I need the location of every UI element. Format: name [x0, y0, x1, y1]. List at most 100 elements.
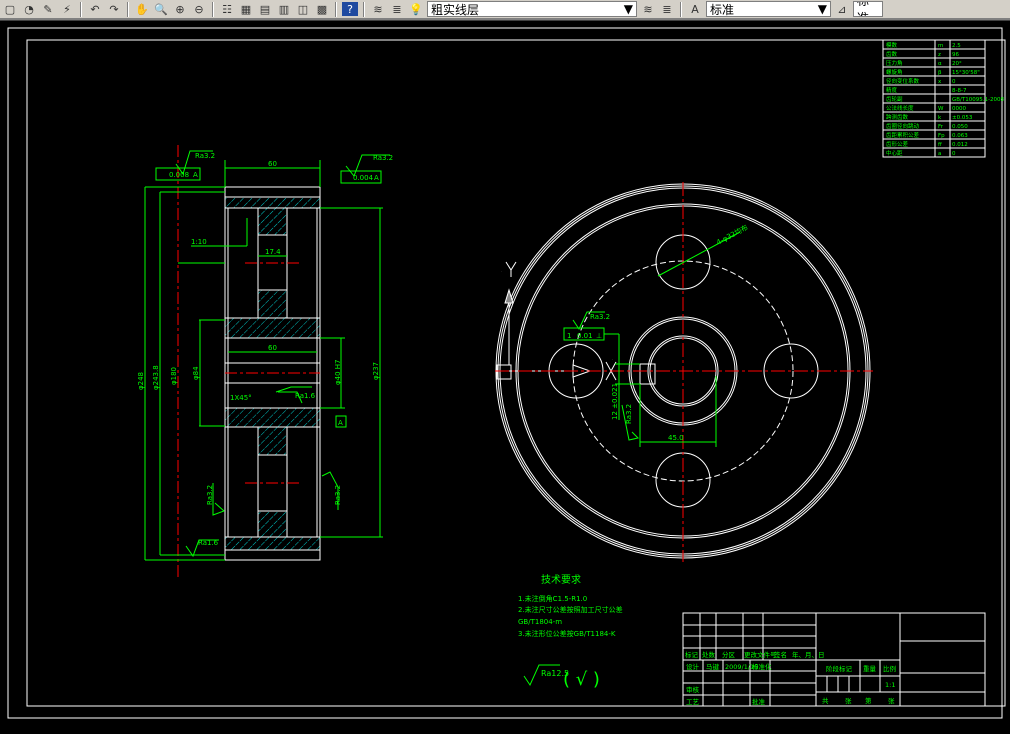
svg-text:1:10: 1:10: [191, 238, 207, 246]
technical-requirements: 技术要求 1.未注倒角C1.5-R1.0 2.未注尺寸公差按照加工尺寸公差 GB…: [518, 573, 623, 690]
drawing-svg: 60 0.008 A 0.004 A Ra3.2 Ra3.2 1:10 17.4…: [7, 27, 1006, 719]
svg-text:工艺: 工艺: [686, 698, 700, 706]
svg-text:审核: 审核: [686, 685, 700, 694]
svg-text:φ40 H7: φ40 H7: [334, 360, 342, 385]
svg-text:2.未注尺寸公差按照加工尺寸公差: 2.未注尺寸公差按照加工尺寸公差: [518, 605, 623, 614]
gear-parameter-table: 模数 m 2.5 齿数 z 96 压力角 α 20° 螺旋角 β 15°30'58" 径向变位系数 x 0 精…: [882, 39, 1004, 158]
param-cell: 径向变位系数: [886, 77, 920, 85]
width-dim: 60: [268, 160, 277, 168]
svg-text:X: X: [612, 359, 613, 361]
chevron-down-icon: ▼: [623, 2, 633, 16]
design-center-icon[interactable]: ▦: [238, 2, 254, 16]
svg-text:45.0: 45.0: [668, 434, 684, 442]
layer-previous-icon[interactable]: ≣: [659, 2, 675, 16]
open-icon[interactable]: ◔: [21, 2, 37, 16]
drawing-canvas[interactable]: 60 0.008 A 0.004 A Ra3.2 Ra3.2 1:10 17.4…: [0, 22, 1010, 730]
new-icon[interactable]: ▢: [2, 2, 18, 16]
sheet-set-icon[interactable]: ▥: [276, 2, 292, 16]
svg-text:共: 共: [822, 696, 829, 705]
svg-text:⊥: ⊥: [596, 332, 602, 340]
param-cell: 0.050: [952, 124, 968, 130]
param-cell: z: [938, 52, 941, 58]
svg-text:马键: 马键: [706, 662, 720, 671]
dim-style-dropdown[interactable]: 标准: [853, 1, 883, 17]
brush-icon[interactable]: ✎: [40, 2, 56, 16]
param-cell: 齿形公差: [886, 140, 909, 148]
make-object-layer-current-icon[interactable]: ≋: [640, 2, 656, 16]
svg-text:φ243.8: φ243.8: [152, 365, 160, 390]
svg-text:Ra3.2: Ra3.2: [195, 152, 215, 160]
svg-text:3.未注形位公差按GB/T1184-K: 3.未注形位公差按GB/T1184-K: [518, 629, 616, 638]
svg-text:更改文件号: 更改文件号: [744, 650, 777, 659]
keyway: [639, 363, 656, 385]
svg-text:Ra3.2: Ra3.2: [334, 485, 342, 505]
toolbar-separator: [680, 1, 682, 17]
tol-left: 0.008: [169, 171, 189, 179]
param-cell: 0: [952, 79, 956, 85]
param-cell: 压力角: [886, 59, 903, 67]
param-cell: a: [938, 151, 941, 157]
text-style-icon[interactable]: A: [687, 2, 703, 16]
param-cell: 模数: [886, 41, 898, 49]
param-cell: m: [938, 43, 943, 49]
svg-text:1.未注倒角C1.5-R1.0: 1.未注倒角C1.5-R1.0: [518, 594, 587, 603]
calculator-icon[interactable]: ▩: [314, 2, 330, 16]
param-cell: α: [938, 61, 942, 67]
param-cell: x: [938, 79, 942, 85]
zoom-realtime-icon[interactable]: 🔍: [153, 2, 169, 16]
svg-text:重量: 重量: [863, 665, 877, 673]
pan-icon[interactable]: ✋: [134, 2, 150, 16]
svg-text:12 ±0.021: 12 ±0.021: [611, 383, 619, 420]
svg-text:( √ ): ( √ ): [563, 669, 600, 690]
properties-icon[interactable]: ☷: [219, 2, 235, 16]
svg-text:Ra3.2: Ra3.2: [206, 485, 214, 505]
svg-text:Ra1.6: Ra1.6: [198, 539, 219, 547]
help-icon[interactable]: ?: [342, 2, 358, 16]
svg-text:张: 张: [888, 696, 895, 705]
svg-text:Ra3.2: Ra3.2: [590, 313, 610, 321]
svg-text:分区: 分区: [722, 650, 736, 659]
param-cell: ff: [938, 142, 942, 148]
svg-text:比例: 比例: [883, 664, 896, 673]
undo-icon[interactable]: ↶: [87, 2, 103, 16]
layer-manager-icon[interactable]: ≋: [370, 2, 386, 16]
layer-state-icon[interactable]: ≣: [389, 2, 405, 16]
standard-toolbar: ▢◔✎⚡↶↷✋🔍⊕⊖☷▦▤▥◫▩?≋≣💡粗实线层▼≋≣A标准▼⊿标准: [0, 0, 1010, 18]
svg-text:1:1: 1:1: [885, 681, 895, 689]
svg-text:标准化: 标准化: [752, 662, 772, 671]
svg-text:0.004: 0.004: [353, 174, 374, 182]
param-cell: 0: [952, 151, 956, 157]
text-style-dropdown[interactable]: 标准 ▼: [706, 1, 831, 17]
match-properties-icon[interactable]: ⚡: [59, 2, 75, 16]
param-cell: 公法线长度: [886, 104, 914, 112]
toolbar-separator: [212, 1, 214, 17]
layer-dropdown[interactable]: 粗实线层 ▼: [427, 1, 637, 17]
param-cell: Fp: [938, 133, 945, 139]
svg-text:φ84: φ84: [192, 366, 200, 380]
svg-text:GB/T1804-m: GB/T1804-m: [518, 618, 562, 626]
svg-text:60: 60: [268, 344, 277, 352]
title-block-texts: 标记 处数 分区 更改文件号 签名 年、月、日 设计 马键 2009/1/10 …: [685, 650, 896, 706]
bulb-icon[interactable]: 💡: [408, 2, 424, 16]
svg-text:A: A: [338, 419, 343, 427]
svg-text:第: 第: [865, 696, 872, 705]
param-cell: 20°: [952, 61, 962, 67]
redo-icon[interactable]: ↷: [106, 2, 122, 16]
svg-text:签名: 签名: [774, 650, 787, 659]
tool-palette-icon[interactable]: ▤: [257, 2, 273, 16]
zoom-window-icon[interactable]: ⊕: [172, 2, 188, 16]
title-block: [682, 612, 986, 707]
markup-icon[interactable]: ◫: [295, 2, 311, 16]
dim-style-value: 标准: [857, 1, 870, 16]
svg-text:φ180: φ180: [170, 367, 178, 385]
svg-text:Ra3.2: Ra3.2: [625, 404, 633, 424]
svg-text:技术要求: 技术要求: [541, 573, 581, 586]
param-cell: 96: [952, 52, 959, 58]
zoom-previous-icon[interactable]: ⊖: [191, 2, 207, 16]
layer-value: 粗实线层: [431, 2, 480, 17]
text-style-value: 标准: [710, 2, 735, 17]
toolbar-separator: [335, 1, 337, 17]
svg-text:年、月、日: 年、月、日: [792, 650, 825, 659]
svg-text:Ra1.6: Ra1.6: [295, 392, 316, 400]
dim-style-icon[interactable]: ⊿: [834, 2, 850, 16]
